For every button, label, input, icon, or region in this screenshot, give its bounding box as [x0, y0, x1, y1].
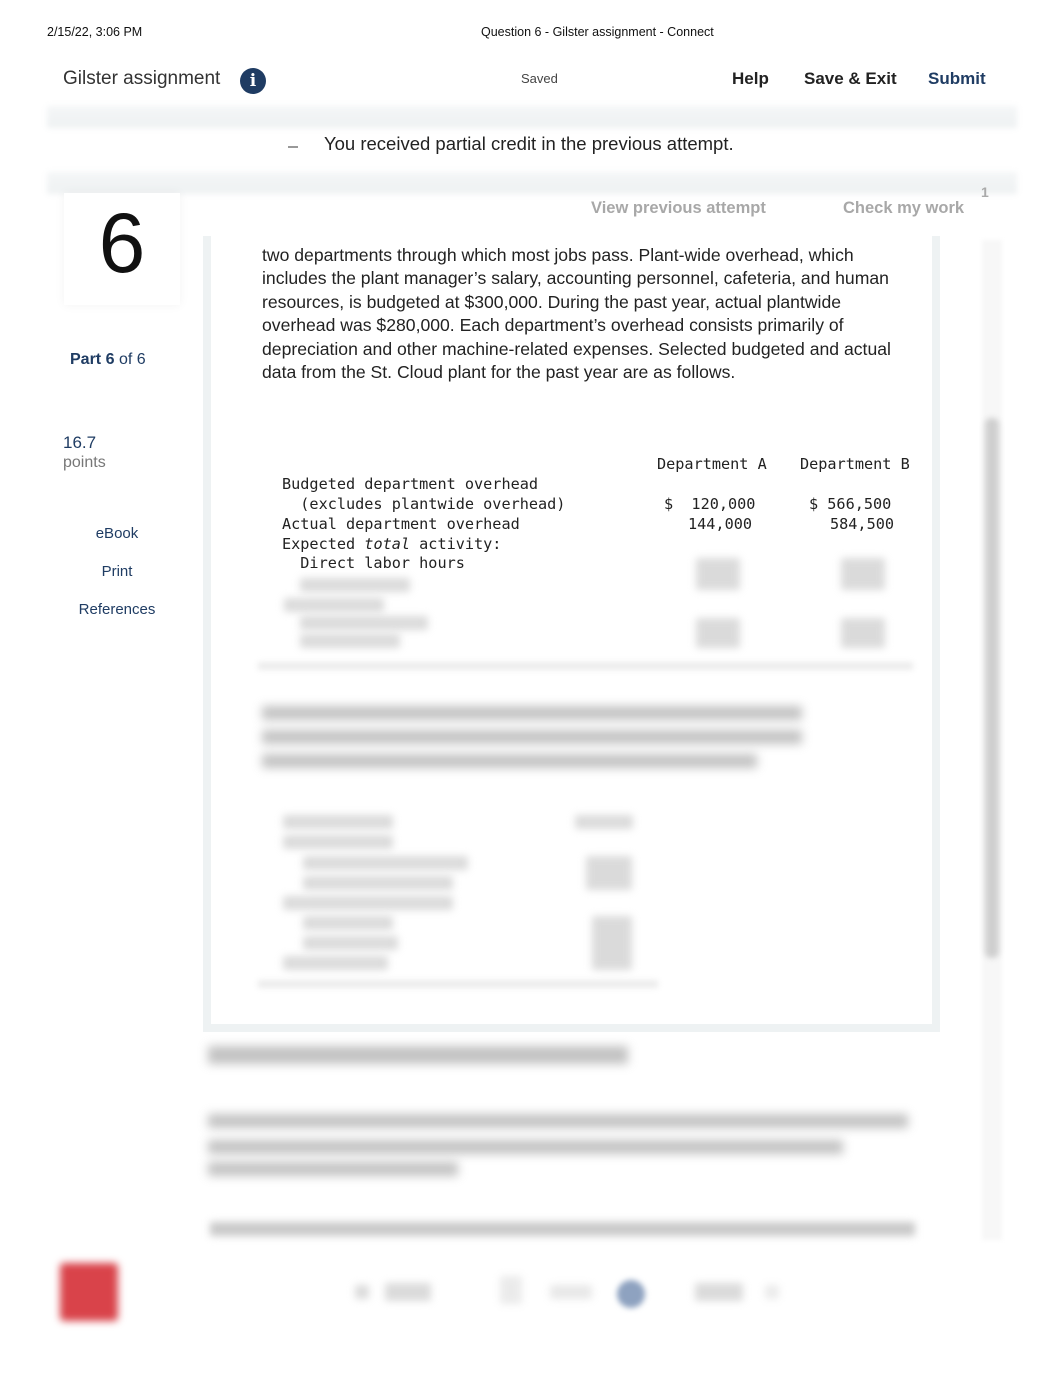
obscured-cell: [592, 916, 632, 970]
obscured-heading: [208, 1046, 628, 1064]
obscured-cell: [841, 558, 885, 590]
obscured-cell: [575, 815, 633, 829]
grid-view-icon[interactable]: [617, 1280, 645, 1308]
table-cell-dept-a: $ 120,000: [664, 495, 756, 513]
question-paragraph: two departments through which most jobs …: [262, 245, 891, 383]
save-status: Saved: [521, 71, 558, 86]
obscured-cell: [696, 618, 740, 648]
print-datetime: 2/15/22, 3:06 PM: [47, 25, 143, 39]
part-indicator: Part 6 of 6: [70, 351, 146, 369]
assignment-title: Gilster assignment: [63, 68, 221, 89]
references-link[interactable]: References: [54, 591, 180, 629]
table-divider: [258, 662, 913, 670]
obscured-text: [262, 706, 802, 720]
obscured-cell: [586, 856, 632, 890]
table-cell-dept-b: $ 566,500: [809, 495, 892, 513]
prev-arrow-icon[interactable]: [355, 1285, 369, 1299]
partial-credit-notice: You received partial credit in the previ…: [288, 133, 734, 155]
table-divider: [258, 980, 658, 988]
divider: [47, 106, 1017, 128]
print-link[interactable]: Print: [54, 553, 180, 591]
help-button[interactable]: Help: [732, 69, 769, 89]
question-number: 6: [98, 196, 146, 290]
label-part: activity:: [410, 535, 502, 553]
next-button[interactable]: [695, 1283, 743, 1301]
obscured-text: [208, 1140, 843, 1154]
question-tools: eBook Print References: [54, 515, 180, 629]
table-cell-dept-b: 584,500: [830, 515, 895, 533]
obscured-cell: [696, 558, 740, 590]
prev-button[interactable]: [385, 1283, 431, 1301]
table-cell-dept-a: 144,000: [688, 515, 753, 533]
print-page-title: Question 6 - Gilster assignment - Connec…: [481, 25, 714, 39]
obscured-label: [300, 578, 410, 592]
partial-credit-text: You received partial credit in the previ…: [324, 133, 734, 154]
obscured-label: [303, 916, 393, 930]
column-header-dept-a: Department A: [657, 455, 767, 473]
table-row-label: Expected total activity:: [282, 535, 501, 553]
save-exit-button[interactable]: Save & Exit: [804, 69, 897, 89]
table-row-label: Budgeted department overhead: [282, 475, 539, 493]
obscured-label: [283, 956, 388, 970]
points-display: 16.7 points: [63, 433, 106, 472]
info-icon[interactable]: i: [240, 68, 266, 94]
check-my-work-count: 1: [981, 184, 989, 200]
question-number-box: 6: [64, 193, 180, 305]
obscured-label: [284, 598, 384, 612]
obscured-label: [303, 856, 468, 870]
part-prefix: Part: [70, 351, 102, 368]
label-emphasis: total: [364, 535, 411, 553]
assignment-header: Gilster assignment i Saved Help Save & E…: [47, 60, 1017, 104]
scrollbar-thumb[interactable]: [985, 418, 999, 958]
obscured-label: [300, 634, 400, 648]
obscured-cell: [841, 618, 885, 648]
table-row-label: (excludes plantwide overhead): [282, 495, 566, 513]
obscured-text: [262, 754, 757, 768]
obscured-label: [300, 616, 428, 630]
table-row-label: Direct labor hours: [282, 554, 465, 572]
partial-credit-icon: [288, 146, 298, 149]
question-content: two departments through which most jobs …: [262, 244, 902, 384]
obscured-label: [303, 936, 398, 950]
publisher-logo: [60, 1263, 118, 1321]
table-row-label: Actual department overhead: [282, 515, 520, 533]
print-header: 2/15/22, 3:06 PM Question 6 - Gilster as…: [47, 25, 1015, 41]
part-current: 6: [105, 351, 115, 368]
label-part: Expected: [282, 535, 365, 553]
view-previous-attempt-button[interactable]: View previous attempt: [591, 199, 766, 218]
page-number-input[interactable]: [500, 1276, 522, 1304]
check-my-work-button[interactable]: Check my work: [843, 199, 964, 218]
answer-input-bar[interactable]: [210, 1222, 915, 1236]
points-label: points: [63, 454, 106, 471]
points-value: 16.7: [63, 433, 97, 452]
obscured-text: [208, 1162, 458, 1176]
obscured-label: [283, 896, 453, 910]
part-total: of 6: [118, 351, 146, 368]
obscured-text: [208, 1114, 908, 1128]
obscured-label: [303, 876, 453, 890]
page-total: [550, 1285, 592, 1299]
divider: [47, 172, 1017, 194]
ebook-link[interactable]: eBook: [54, 515, 180, 553]
column-header-dept-b: Department B: [800, 455, 910, 473]
obscured-label: [283, 815, 393, 829]
next-arrow-icon[interactable]: [765, 1285, 779, 1299]
obscured-label: [283, 835, 393, 849]
obscured-text: [262, 730, 802, 744]
submit-button[interactable]: Submit: [928, 69, 986, 89]
